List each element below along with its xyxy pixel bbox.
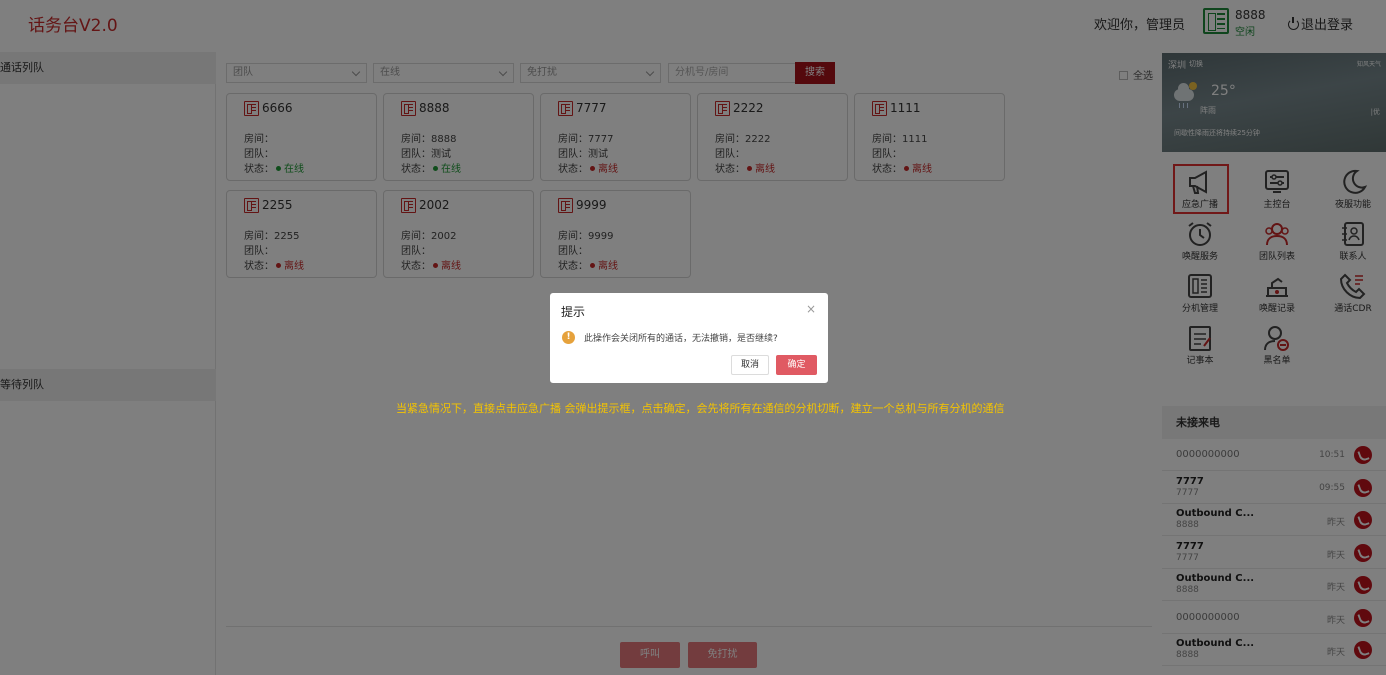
dialog-title: 提示 xyxy=(561,305,586,319)
confirm-button[interactable]: 确定 xyxy=(776,355,817,375)
annotation-text: 当紧急情况下，直接点击应急广播 会弹出提示框，点击确定，会先将所有在通信的分机切… xyxy=(396,402,1005,415)
dialog-message: 此操作会关闭所有的通话，无法撤销，是否继续? xyxy=(584,334,778,344)
cancel-button[interactable]: 取消 xyxy=(731,355,769,375)
warning-icon: ! xyxy=(562,331,575,344)
close-icon[interactable]: × xyxy=(806,302,816,316)
confirm-dialog: 提示 × ! 此操作会关闭所有的通话，无法撤销，是否继续? 取消 确定 xyxy=(550,293,828,383)
